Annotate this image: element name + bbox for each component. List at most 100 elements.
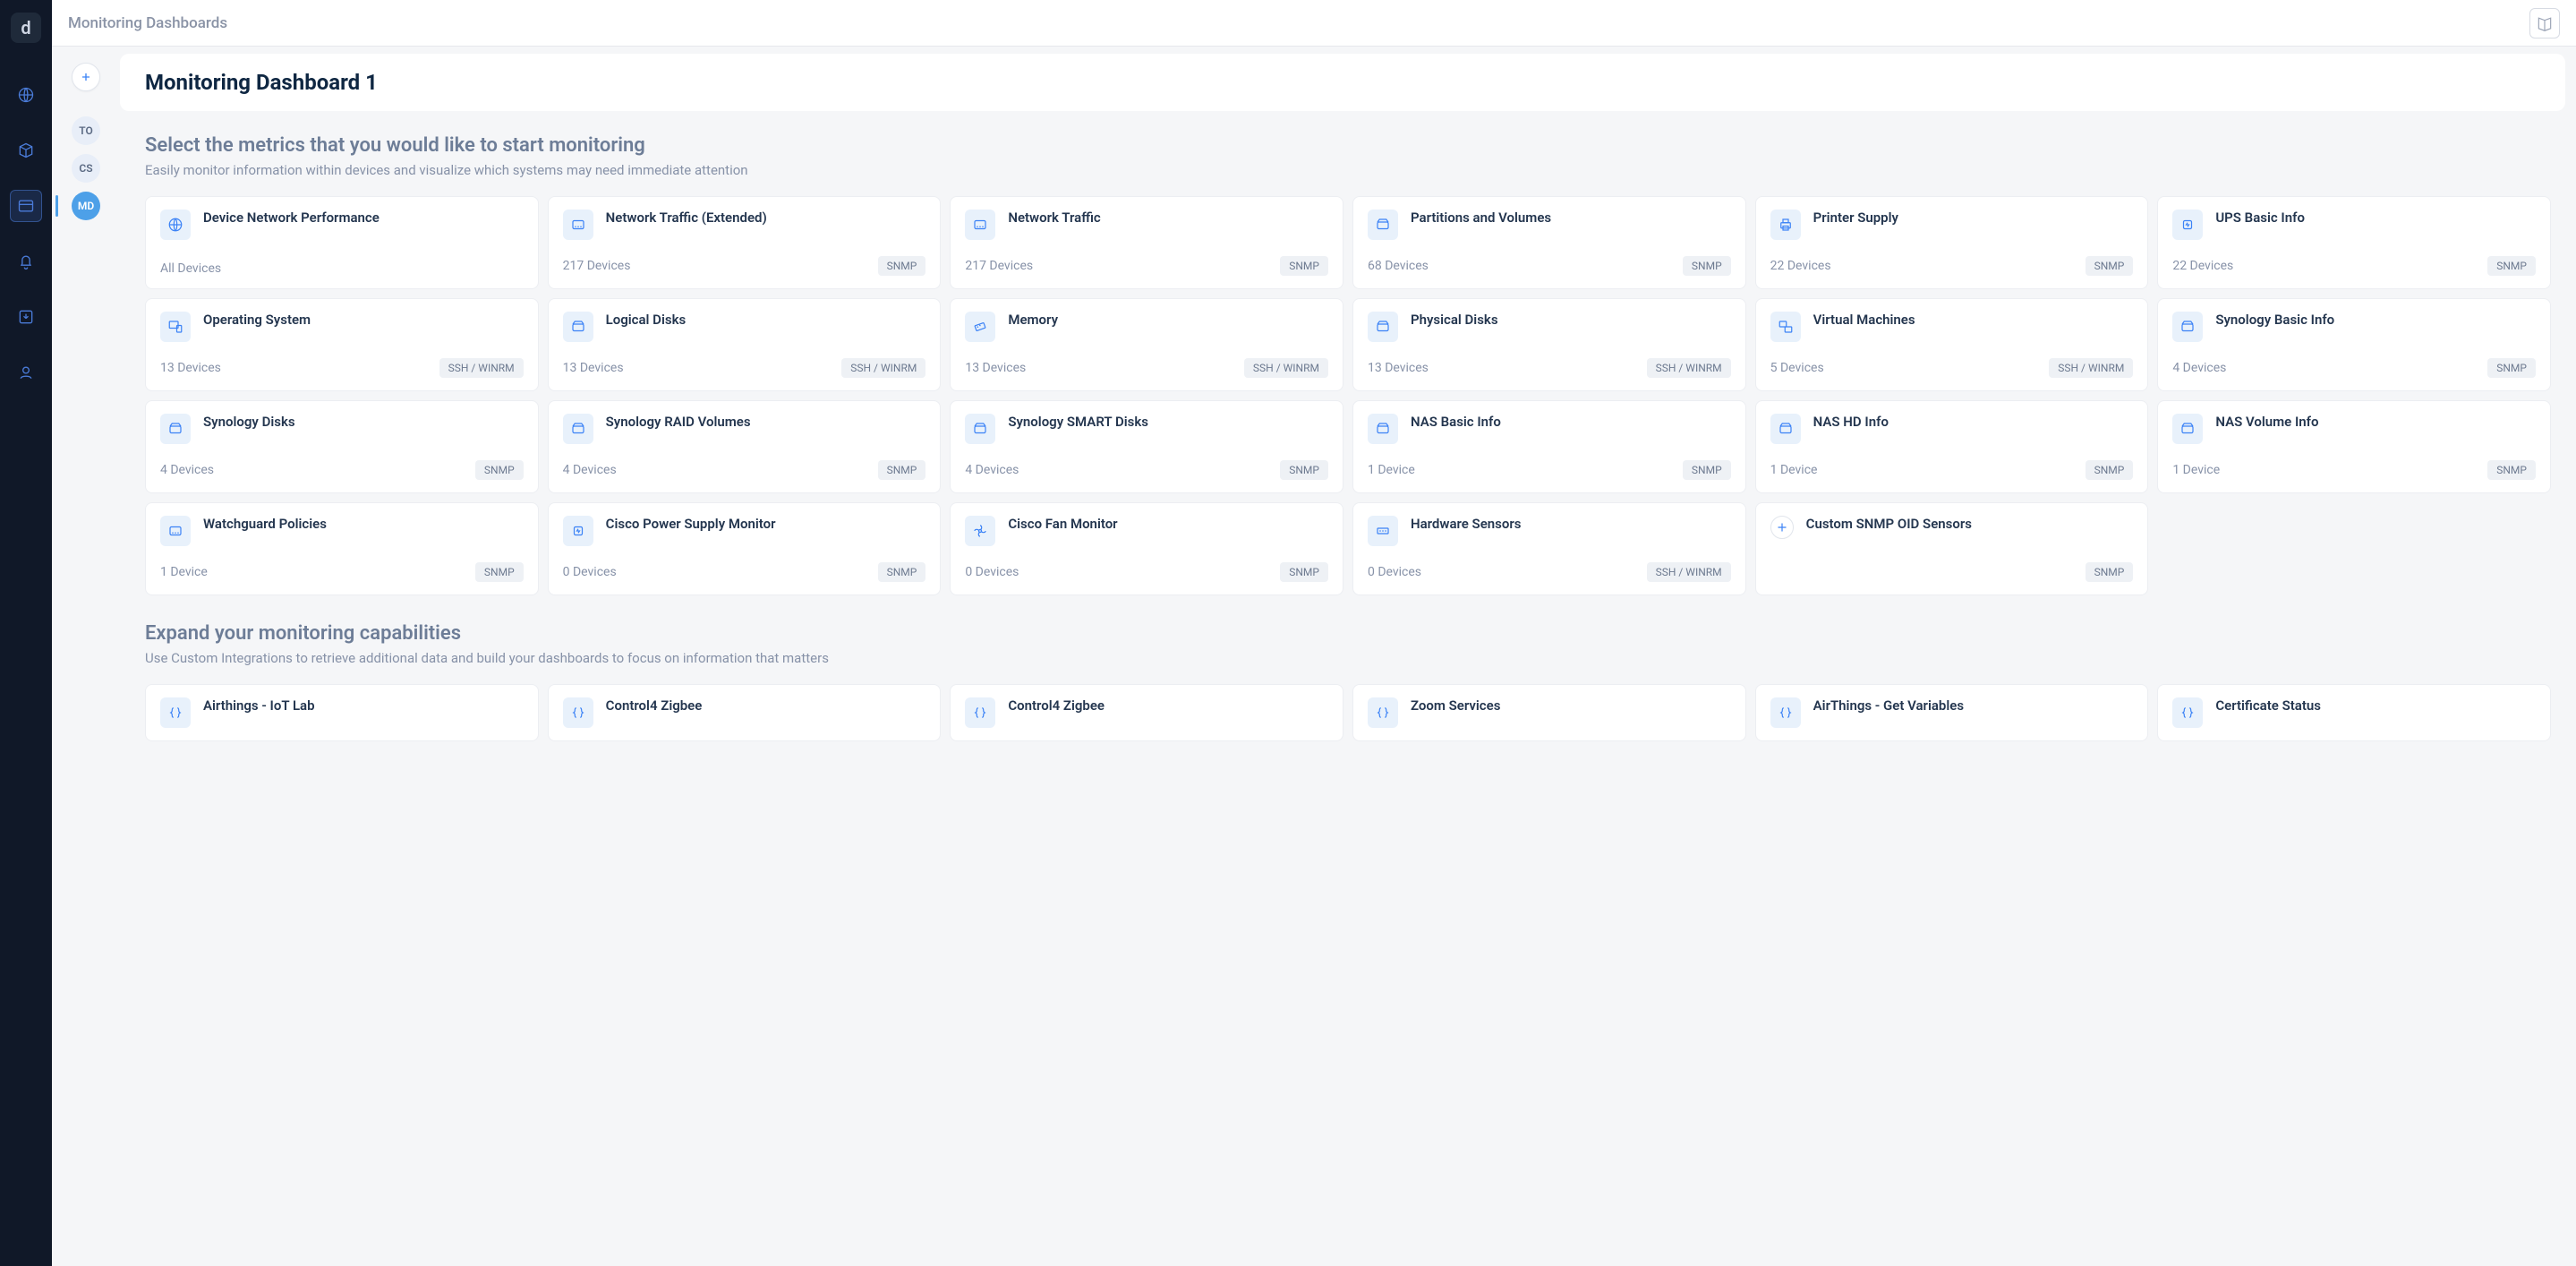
metric-card[interactable]: Logical Disks 13 Devices SSH / WINRM (548, 298, 942, 391)
sensor-icon (1375, 523, 1391, 539)
metric-title: Network Traffic (Extended) (606, 210, 767, 227)
metric-protocol-tag: SNMP (1280, 562, 1328, 582)
metric-icon (563, 516, 593, 546)
metric-icon (1368, 516, 1398, 546)
hdd-icon (1375, 319, 1391, 335)
metric-card[interactable]: Device Network PerformanceAll Devices (145, 196, 539, 289)
metric-device-count: 4 Devices (160, 463, 214, 477)
dashboard-pill[interactable]: TO (72, 116, 100, 145)
metric-icon (1368, 414, 1398, 444)
metric-protocol-tag: SSH / WINRM (841, 358, 925, 378)
plus-icon (1774, 519, 1790, 535)
metric-protocol-tag: SNMP (2086, 256, 2134, 276)
integration-icon (965, 697, 995, 728)
metric-icon (965, 414, 995, 444)
add-dashboard-button[interactable] (72, 63, 100, 91)
nav-dashboard[interactable] (10, 190, 42, 222)
integration-title: AirThings - Get Variables (1813, 697, 1964, 715)
metric-card[interactable]: Memory13 DevicesSSH / WINRM (950, 298, 1343, 391)
section-metrics-heading: Select the metrics that you would like t… (145, 134, 2551, 157)
metric-title: NAS HD Info (1813, 414, 1889, 432)
nav-bell[interactable] (10, 245, 42, 278)
topbar: Monitoring Dashboards (52, 0, 2576, 47)
metric-card[interactable]: Cisco Fan Monitor0 DevicesSNMP (950, 502, 1343, 595)
ethernet-icon (167, 523, 183, 539)
metric-card[interactable]: NAS HD Info1 DeviceSNMP (1755, 400, 2149, 493)
metric-card[interactable]: UPS Basic Info22 DevicesSNMP (2157, 196, 2551, 289)
metric-title: Virtual Machines (1813, 312, 1915, 329)
metric-protocol-tag: SNMP (878, 256, 926, 276)
metric-title: Hardware Sensors (1411, 516, 1522, 534)
metric-protocol-tag: SNMP (878, 460, 926, 480)
metric-card[interactable]: Printer Supply22 DevicesSNMP (1755, 196, 2149, 289)
metric-protocol-tag: SNMP (1683, 256, 1731, 276)
metric-protocol-tag: SSH / WINRM (2049, 358, 2133, 378)
metric-card[interactable]: NAS Basic Info1 DeviceSNMP (1352, 400, 1746, 493)
metric-card[interactable]: NAS Volume Info1 DeviceSNMP (2157, 400, 2551, 493)
nav-globe[interactable] (10, 79, 42, 111)
integration-card[interactable]: Control4 Zigbee (950, 684, 1343, 741)
integration-card[interactable]: Certificate Status (2157, 684, 2551, 741)
integration-card[interactable]: Airthings - IoT Lab (145, 684, 539, 741)
integration-card[interactable]: AirThings - Get Variables (1755, 684, 2149, 741)
hdd-icon (1375, 217, 1391, 233)
metric-icon (1770, 312, 1801, 342)
metrics-grid: Device Network PerformanceAll DevicesNet… (120, 185, 2576, 599)
dashboard-pill[interactable]: MD (72, 192, 100, 220)
metric-title: Logical Disks (606, 312, 687, 329)
metric-card[interactable]: Cisco Power Supply Monitor0 DevicesSNMP (548, 502, 942, 595)
metric-title: Printer Supply (1813, 210, 1898, 227)
section-metrics-header: Select the metrics that you would like t… (120, 111, 2576, 185)
metric-card[interactable]: Network Traffic (Extended)217 DevicesSNM… (548, 196, 942, 289)
metric-device-count: 13 Devices (563, 361, 624, 375)
nav-user[interactable] (10, 356, 42, 389)
braces-icon (167, 705, 183, 721)
dashboard-pill[interactable]: CS (72, 154, 100, 183)
metric-icon (2172, 210, 2203, 240)
metric-title: NAS Volume Info (2215, 414, 2318, 432)
braces-icon (1375, 705, 1391, 721)
metric-protocol-tag: SNMP (2086, 562, 2134, 582)
metric-protocol-tag: SNMP (1280, 256, 1328, 276)
nav-import[interactable] (10, 301, 42, 333)
hdd-icon (1778, 421, 1794, 437)
metric-card[interactable]: Physical Disks13 DevicesSSH / WINRM (1352, 298, 1746, 391)
metric-icon (160, 312, 191, 342)
integration-title: Airthings - IoT Lab (203, 697, 315, 715)
metric-card[interactable]: Partitions and Volumes68 DevicesSNMP (1352, 196, 1746, 289)
metric-card[interactable]: Operating System13 DevicesSSH / WINRM (145, 298, 539, 391)
metric-protocol-tag: SSH / WINRM (1647, 358, 1731, 378)
page-header: Monitoring Dashboard 1 (120, 54, 2565, 111)
docs-button[interactable] (2529, 8, 2560, 38)
nav-cube[interactable] (10, 134, 42, 167)
hdd-icon (2179, 421, 2196, 437)
metric-card[interactable]: Virtual Machines5 DevicesSSH / WINRM (1755, 298, 2149, 391)
content-scroll[interactable]: Monitoring Dashboard 1 Select the metric… (120, 47, 2576, 1266)
metric-card[interactable]: Watchguard Policies1 DeviceSNMP (145, 502, 539, 595)
metric-title: Network Traffic (1008, 210, 1100, 227)
dashboard-pill-bar: TO CS MD (52, 47, 120, 1266)
metric-device-count: 1 Device (1368, 463, 1415, 477)
metric-card[interactable]: Synology Basic Info4 DevicesSNMP (2157, 298, 2551, 391)
metric-protocol-tag: SSH / WINRM (439, 358, 524, 378)
metric-device-count: 22 Devices (2172, 259, 2233, 273)
braces-icon (570, 705, 586, 721)
integration-card[interactable]: Zoom Services (1352, 684, 1746, 741)
metric-device-count: 0 Devices (563, 565, 617, 579)
metric-card[interactable]: Synology RAID Volumes4 DevicesSNMP (548, 400, 942, 493)
metric-protocol-tag: SNMP (475, 562, 524, 582)
page-title: Monitoring Dashboard 1 (145, 70, 2540, 95)
metric-title: Watchguard Policies (203, 516, 327, 534)
metric-card[interactable]: Hardware Sensors0 DevicesSSH / WINRM (1352, 502, 1746, 595)
metric-title: Operating System (203, 312, 311, 329)
metric-title: Partitions and Volumes (1411, 210, 1551, 227)
metric-title: Cisco Fan Monitor (1008, 516, 1117, 534)
integration-card[interactable]: Control4 Zigbee (548, 684, 942, 741)
metric-title: Custom SNMP OID Sensors (1806, 516, 1972, 534)
metric-card[interactable]: Synology SMART Disks4 DevicesSNMP (950, 400, 1343, 493)
metric-card[interactable]: Synology Disks4 DevicesSNMP (145, 400, 539, 493)
metric-card[interactable]: Network Traffic217 DevicesSNMP (950, 196, 1343, 289)
metric-device-count: 0 Devices (1368, 565, 1421, 579)
metric-device-count: 4 Devices (2172, 361, 2226, 375)
metric-card[interactable]: Custom SNMP OID Sensors SNMP (1755, 502, 2149, 595)
